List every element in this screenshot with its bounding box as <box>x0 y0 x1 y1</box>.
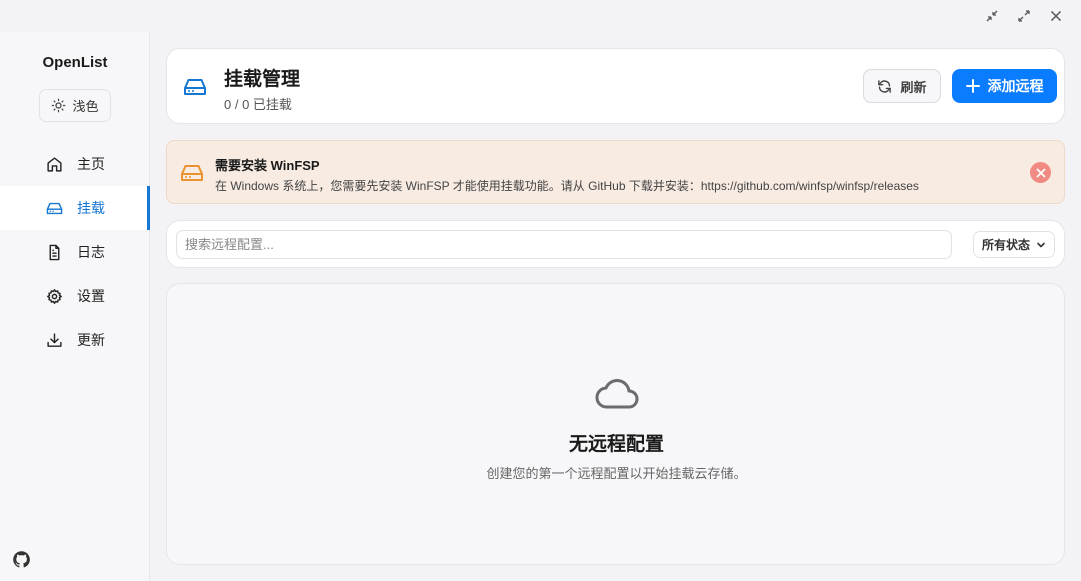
maximize-button[interactable] <box>1013 6 1035 26</box>
drive-icon <box>184 79 206 95</box>
drive-icon <box>181 165 203 181</box>
warning-title: 需要安装 WinFSP <box>215 158 320 173</box>
refresh-button[interactable]: 刷新 <box>863 69 941 103</box>
close-icon <box>1050 10 1062 22</box>
theme-label: 浅色 <box>72 99 99 114</box>
refresh-icon <box>878 79 892 93</box>
app-title: OpenList <box>42 54 108 71</box>
document-icon <box>49 244 60 260</box>
add-remote-label: 添加远程 <box>987 78 1044 94</box>
mount-header: 挂载管理 0 / 0 已挂载 刷新 添加远程 <box>166 48 1065 124</box>
page-title: 挂载管理 <box>224 69 301 90</box>
cloud-icon <box>595 379 639 409</box>
minimize-button[interactable] <box>981 6 1003 26</box>
empty-state-description: 创建您的第一个远程配置以开始挂载云存储。 <box>486 466 747 481</box>
sidebar-item-settings[interactable]: 设置 <box>0 274 150 318</box>
close-button[interactable] <box>1045 6 1067 26</box>
maximize-icon <box>1018 10 1030 22</box>
title-bar <box>0 0 1081 32</box>
search-input[interactable] <box>176 230 952 259</box>
filter-bar: 所有状态 <box>166 220 1065 268</box>
status-filter-select[interactable]: 所有状态 <box>973 231 1055 258</box>
close-icon <box>1036 168 1045 177</box>
warning-text: 在 Windows 系统上，您需要先安装 WinFSP 才能使用挂载功能。请从 … <box>215 179 919 193</box>
chevron-down-icon <box>1037 242 1045 247</box>
mount-count: 0 / 0 已挂载 <box>224 97 292 112</box>
status-filter-value: 所有状态 <box>981 238 1030 252</box>
sidebar-item-label: 更新 <box>77 332 105 348</box>
sidebar-item-label: 挂载 <box>77 200 105 216</box>
winfsp-warning-banner: 需要安装 WinFSP 在 Windows 系统上，您需要先安装 WinFSP … <box>166 140 1065 204</box>
home-icon <box>47 156 62 172</box>
refresh-label: 刷新 <box>900 79 927 95</box>
sidebar-item-logs[interactable]: 日志 <box>0 230 150 274</box>
window-controls <box>981 6 1067 26</box>
sidebar-item-label: 日志 <box>77 244 105 260</box>
sidebar-item-home[interactable]: 主页 <box>0 142 150 186</box>
sidebar: OpenList 浅色 主页 挂载 日志 设置 更新 <box>0 32 150 581</box>
plus-icon <box>965 79 980 93</box>
download-icon <box>47 332 62 347</box>
add-remote-button[interactable]: 添加远程 <box>952 69 1057 103</box>
dismiss-warning-button[interactable] <box>1030 162 1051 183</box>
sidebar-item-mount[interactable]: 挂载 <box>0 186 150 230</box>
gear-icon <box>47 288 62 304</box>
sidebar-item-update[interactable]: 更新 <box>0 318 150 362</box>
empty-state: 无远程配置 创建您的第一个远程配置以开始挂载云存储。 <box>166 283 1065 565</box>
minimize-icon <box>986 10 998 22</box>
theme-toggle-button[interactable]: 浅色 <box>39 89 111 122</box>
github-icon[interactable] <box>12 550 31 569</box>
sidebar-nav: 主页 挂载 日志 设置 更新 <box>0 142 150 362</box>
sun-icon <box>52 98 66 113</box>
sidebar-item-label: 主页 <box>77 156 105 172</box>
drive-icon <box>46 202 63 214</box>
sidebar-item-label: 设置 <box>77 288 105 304</box>
empty-state-title: 无远程配置 <box>568 434 664 455</box>
